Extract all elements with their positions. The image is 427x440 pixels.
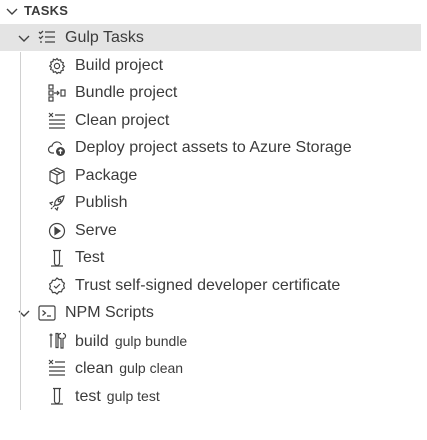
task-item-trust-certificate[interactable]: Trust self-signed developer certificate xyxy=(0,272,421,299)
task-item-package[interactable]: Package xyxy=(0,162,421,189)
task-label: Publish xyxy=(75,194,128,211)
task-label: Trust self-signed developer certificate xyxy=(75,277,341,294)
package-icon xyxy=(47,166,67,186)
group-label: Gulp Tasks xyxy=(65,29,144,46)
task-label: Package xyxy=(75,167,138,184)
task-label: Clean project xyxy=(75,112,170,129)
tools-icon xyxy=(47,331,67,351)
task-item-test[interactable]: Test xyxy=(0,244,421,271)
script-name: test xyxy=(75,388,101,405)
npm-script-test[interactable]: test gulp test xyxy=(0,382,421,409)
bundle-icon xyxy=(47,83,67,103)
tree-group-npm-scripts[interactable]: NPM Scripts xyxy=(0,299,421,326)
script-command: gulp clean xyxy=(119,360,184,376)
script-label: test gulp test xyxy=(75,387,160,406)
group-label: NPM Scripts xyxy=(65,304,154,321)
task-item-clean-project[interactable]: Clean project xyxy=(0,107,421,134)
section-title: TASKS xyxy=(24,3,69,18)
indent-guide xyxy=(20,52,21,410)
script-command: gulp test xyxy=(106,388,160,404)
tasks-panel: TASKS Gulp Tasks Build project Bundle pr… xyxy=(0,0,427,440)
task-label: Test xyxy=(75,249,105,266)
task-label: Build project xyxy=(75,57,164,74)
npm-script-build[interactable]: build gulp bundle xyxy=(0,327,421,354)
checklist-icon xyxy=(37,28,57,48)
task-label: Serve xyxy=(75,222,117,239)
clear-list-icon xyxy=(47,358,67,378)
chevron-down-icon[interactable] xyxy=(16,30,32,46)
task-item-deploy-assets[interactable]: Deploy project assets to Azure Storage xyxy=(0,134,421,161)
terminal-icon xyxy=(37,303,57,323)
script-name: clean xyxy=(75,360,114,377)
task-item-publish[interactable]: Publish xyxy=(0,189,421,216)
npm-script-clean[interactable]: clean gulp clean xyxy=(0,354,421,381)
clear-list-icon xyxy=(47,111,67,131)
task-label: Deploy project assets to Azure Storage xyxy=(75,139,352,156)
beaker-icon xyxy=(47,386,67,406)
verified-icon xyxy=(47,276,67,296)
chevron-down-icon[interactable] xyxy=(4,3,20,19)
gear-icon xyxy=(47,56,67,76)
task-item-build-project[interactable]: Build project xyxy=(0,52,421,79)
script-command: gulp bundle xyxy=(114,333,188,349)
beaker-icon xyxy=(47,248,67,268)
task-label: Bundle project xyxy=(75,84,178,101)
script-name: build xyxy=(75,333,109,350)
chevron-down-icon[interactable] xyxy=(16,305,32,321)
task-item-serve[interactable]: Serve xyxy=(0,217,421,244)
script-label: build gulp bundle xyxy=(75,332,187,351)
cloud-upload-icon xyxy=(47,138,67,158)
rocket-icon xyxy=(47,193,67,213)
task-item-bundle-project[interactable]: Bundle project xyxy=(0,79,421,106)
play-circle-icon xyxy=(47,221,67,241)
tasks-section-header[interactable]: TASKS xyxy=(0,0,427,22)
script-label: clean gulp clean xyxy=(75,359,183,378)
tree-group-gulp-tasks[interactable]: Gulp Tasks xyxy=(0,24,421,51)
